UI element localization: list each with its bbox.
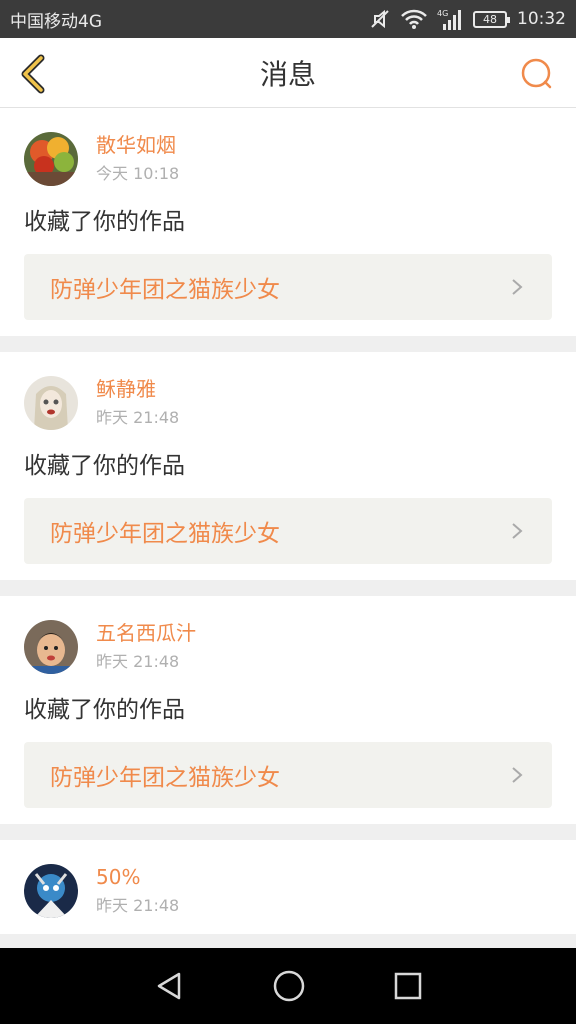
timestamp: 昨天 21:48 [96, 652, 180, 671]
home-circle-icon[interactable] [272, 969, 306, 1003]
status-bar: 中国移动4G 4G 48 10:32 [0, 0, 576, 38]
action-text: 收藏了你的作品 [24, 697, 185, 723]
back-triangle-icon[interactable] [153, 970, 185, 1002]
carrier-label: 中国移动4G [10, 11, 102, 32]
work-title: 防弹少年团之猫族少女 [50, 765, 280, 791]
recents-square-icon[interactable] [393, 971, 423, 1001]
wifi-icon [401, 9, 427, 29]
message-list: 散华如烟 今天 10:18 收藏了你的作品 防弹少年团之猫族少女 稣静雅 昨天 … [0, 108, 576, 948]
search-icon [521, 58, 552, 89]
username[interactable]: 五名西瓜汁 [96, 620, 196, 646]
avatar[interactable] [24, 620, 78, 674]
avatar[interactable] [24, 132, 78, 186]
chevron-right-icon [512, 523, 523, 539]
message-card: 稣静雅 昨天 21:48 收藏了你的作品 防弹少年团之猫族少女 [0, 352, 576, 580]
work-title: 防弹少年团之猫族少女 [50, 521, 280, 547]
username[interactable]: 散华如烟 [96, 132, 179, 158]
battery-icon: 48 [473, 10, 510, 28]
search-button[interactable] [518, 56, 554, 92]
network-label: 4G [437, 9, 448, 18]
work-link[interactable]: 防弹少年团之猫族少女 [24, 498, 552, 564]
system-nav-bar [0, 948, 576, 1024]
chevron-right-icon [512, 279, 523, 295]
signal-icon: 4G [437, 8, 463, 30]
work-link[interactable]: 防弹少年团之猫族少女 [24, 742, 552, 808]
action-text: 收藏了你的作品 [24, 453, 185, 479]
work-title: 防弹少年团之猫族少女 [50, 277, 280, 303]
message-card: 散华如烟 今天 10:18 收藏了你的作品 防弹少年团之猫族少女 [0, 108, 576, 336]
nav-bar: 消息 [0, 38, 576, 108]
back-arrow-icon [21, 54, 45, 94]
avatar[interactable] [24, 864, 78, 918]
timestamp: 今天 10:18 [96, 164, 180, 183]
clock: 10:32 [517, 9, 566, 29]
page-title: 消息 [259, 57, 316, 91]
timestamp: 昨天 21:48 [96, 408, 180, 427]
message-card: 五名西瓜汁 昨天 21:48 收藏了你的作品 防弹少年团之猫族少女 [0, 596, 576, 824]
avatar[interactable] [24, 376, 78, 430]
work-link[interactable]: 防弹少年团之猫族少女 [24, 254, 552, 320]
timestamp: 昨天 21:48 [96, 896, 180, 915]
username[interactable]: 50% [96, 864, 179, 890]
chevron-right-icon [512, 767, 523, 783]
message-card: 50% 昨天 21:48 [0, 840, 576, 934]
username[interactable]: 稣静雅 [96, 376, 179, 402]
action-text: 收藏了你的作品 [24, 209, 185, 235]
back-button[interactable] [14, 54, 50, 94]
mute-icon [369, 8, 391, 30]
